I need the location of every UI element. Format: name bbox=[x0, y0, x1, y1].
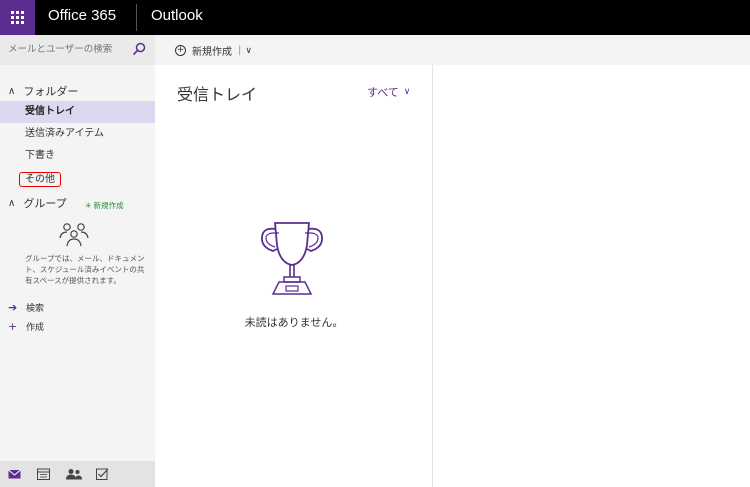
new-group-label: 新規作成 bbox=[93, 201, 124, 210]
reading-pane bbox=[434, 65, 750, 487]
app-title[interactable]: Outlook bbox=[151, 7, 203, 24]
folder-item-more[interactable]: その他 bbox=[0, 169, 155, 191]
brand-title[interactable]: Office 365 bbox=[48, 7, 116, 24]
folders-header[interactable]: ∧ フォルダー bbox=[8, 83, 78, 99]
plus-circle-icon: + bbox=[175, 45, 186, 56]
bottom-nav bbox=[0, 461, 155, 487]
action-create[interactable]: + 作成 bbox=[8, 320, 44, 333]
groups-icon bbox=[59, 223, 89, 247]
folder-item-label: 送信済みアイテム bbox=[25, 128, 104, 139]
filter-label: すべて bbox=[367, 86, 399, 99]
trophy-icon bbox=[261, 222, 323, 295]
message-list: 受信トレイ すべて ∨ 未読はありません。 bbox=[155, 65, 433, 487]
plus-icon: + bbox=[8, 320, 18, 333]
groups-header[interactable]: ∧ グループ bbox=[8, 195, 67, 211]
empty-message: 未読はありません。 bbox=[244, 316, 344, 329]
groups-header-label: グループ bbox=[23, 197, 67, 210]
folder-item-inbox[interactable]: 受信トレイ bbox=[0, 101, 155, 123]
separator: | bbox=[238, 45, 242, 56]
new-message-label: 新規作成 bbox=[192, 47, 232, 58]
folder-item-label: 下書き bbox=[25, 150, 55, 161]
arrow-right-icon: ➔ bbox=[8, 301, 18, 314]
chevron-down-icon[interactable]: ∨ bbox=[245, 46, 252, 56]
filter-dropdown[interactable]: すべて ∨ bbox=[367, 84, 410, 100]
left-pane: ∧ フォルダー 受信トレイ 送信済みアイテム 下書き その他 ∧ グループ ✳ … bbox=[0, 35, 155, 487]
action-label: 作成 bbox=[26, 323, 45, 333]
search-icon[interactable] bbox=[132, 42, 146, 56]
topbar-divider bbox=[136, 4, 137, 31]
plus-icon: ✳ bbox=[85, 201, 94, 210]
folder-item-drafts[interactable]: 下書き bbox=[0, 145, 155, 167]
folders-header-label: フォルダー bbox=[23, 85, 79, 98]
action-label: 検索 bbox=[26, 304, 45, 314]
chevron-up-icon: ∧ bbox=[8, 85, 16, 97]
list-title: 受信トレイ bbox=[177, 85, 258, 104]
folder-item-label: 受信トレイ bbox=[25, 106, 75, 117]
command-bar: + 新規作成 | ∨ bbox=[155, 35, 750, 65]
search-input[interactable] bbox=[8, 44, 128, 55]
people-icon[interactable] bbox=[66, 468, 82, 480]
chevron-up-icon: ∧ bbox=[8, 197, 16, 209]
waffle-icon bbox=[11, 11, 24, 24]
calendar-icon[interactable] bbox=[37, 468, 50, 480]
folder-item-label: その他 bbox=[19, 172, 61, 187]
folder-item-sent[interactable]: 送信済みアイテム bbox=[0, 123, 155, 145]
new-message-button[interactable]: + 新規作成 | ∨ bbox=[175, 43, 252, 58]
mail-icon[interactable] bbox=[8, 468, 21, 480]
new-group-button[interactable]: ✳ 新規作成 bbox=[85, 200, 124, 211]
main-pane: + 新規作成 | ∨ 受信トレイ すべて ∨ 未読はありません。 bbox=[155, 35, 750, 487]
tasks-icon[interactable] bbox=[96, 468, 109, 480]
groups-description: グループでは、メール、ドキュメント、スケジュール済みイベントの共有スペースが提供… bbox=[25, 254, 145, 285]
top-bar: Office 365 Outlook bbox=[0, 0, 750, 35]
chevron-down-icon: ∨ bbox=[403, 87, 411, 97]
search-box bbox=[0, 35, 155, 65]
action-search[interactable]: ➔ 検索 bbox=[8, 301, 44, 314]
app-launcher-button[interactable] bbox=[0, 0, 35, 35]
